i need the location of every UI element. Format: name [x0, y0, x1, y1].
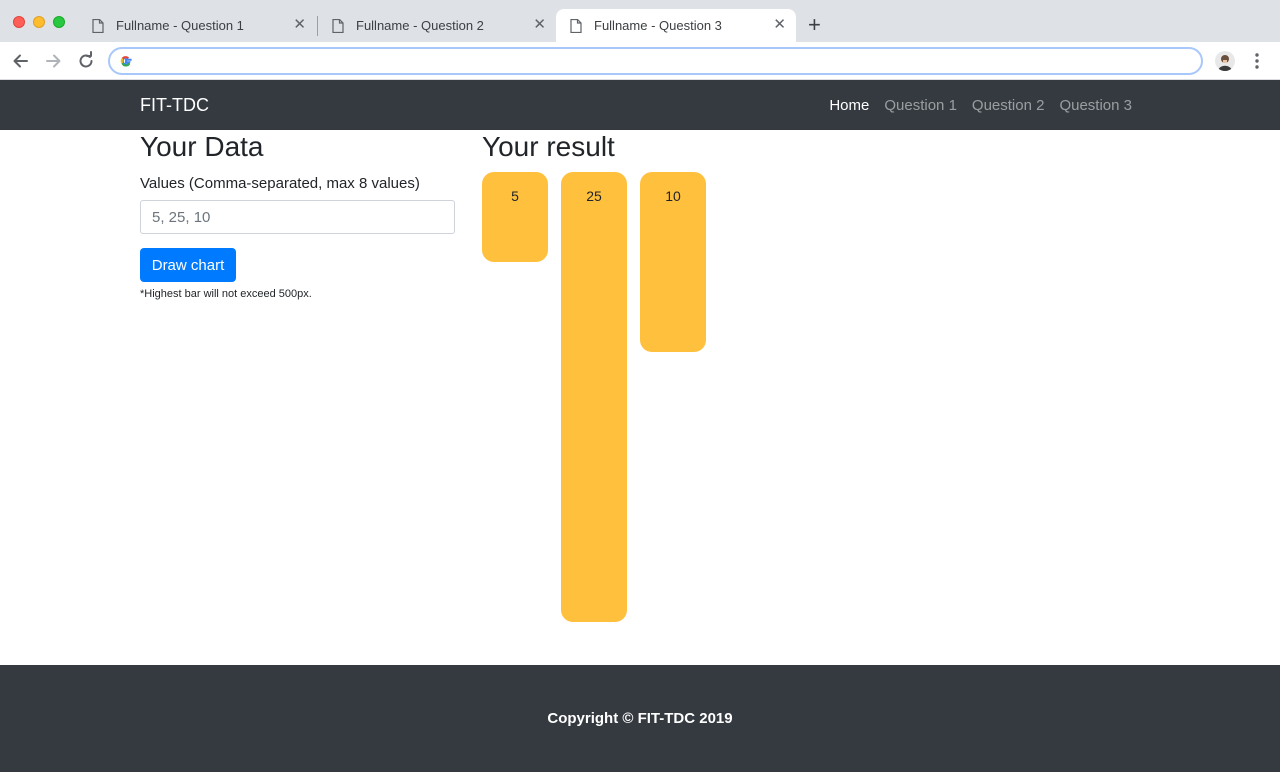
copyright-text: Copyright © FIT-TDC 2019 [547, 710, 733, 727]
chart-bar: 5 [482, 172, 548, 262]
new-tab-icon[interactable]: + [808, 14, 821, 36]
tab-close-icon[interactable]: ✕ [533, 17, 546, 33]
values-input[interactable] [140, 200, 455, 234]
browser-tabstrip: Fullname - Question 1 ✕ Fullname - Quest… [0, 0, 1280, 42]
tab-title: Fullname - Question 2 [356, 18, 484, 33]
profile-avatar-icon[interactable] [1215, 51, 1235, 71]
chart-bar-label: 25 [586, 188, 602, 204]
window-minimize-button[interactable] [33, 16, 45, 28]
page-icon [332, 18, 344, 33]
address-bar[interactable] [108, 47, 1203, 75]
reload-icon[interactable] [75, 50, 97, 72]
values-label: Values (Comma-separated, max 8 values) [140, 175, 420, 192]
window-close-button[interactable] [13, 16, 25, 28]
page-icon [570, 18, 582, 33]
nav-link-question-3[interactable]: Question 3 [1059, 97, 1132, 114]
data-heading: Your Data [140, 131, 264, 162]
window-zoom-button[interactable] [53, 16, 65, 28]
forward-arrow-icon[interactable] [42, 50, 64, 72]
nav-link-question-2[interactable]: Question 2 [972, 97, 1045, 114]
height-note: *Highest bar will not exceed 500px. [140, 288, 312, 300]
result-heading: Your result [482, 131, 615, 162]
site-navbar: FIT-TDC Home Question 1 Question 2 Quest… [0, 80, 1280, 130]
bar-chart: 5 25 10 [482, 172, 1182, 632]
tab-close-icon[interactable]: ✕ [293, 17, 306, 33]
site-footer: Copyright © FIT-TDC 2019 [0, 665, 1280, 772]
nav-link-question-1[interactable]: Question 1 [884, 97, 957, 114]
chart-bar: 25 [561, 172, 627, 622]
google-icon [120, 56, 132, 67]
chart-bar: 10 [640, 172, 706, 352]
navbar-links: Home Question 1 Question 2 Question 3 [814, 97, 1132, 114]
draw-chart-button[interactable]: Draw chart [140, 248, 236, 282]
chart-bar-label: 5 [511, 188, 519, 204]
chart-bar-label: 10 [665, 188, 681, 204]
browser-tab-2[interactable]: Fullname - Question 2 ✕ [318, 9, 556, 42]
tab-close-icon[interactable]: ✕ [773, 17, 786, 33]
page-icon [92, 18, 104, 33]
nav-link-home[interactable]: Home [829, 97, 869, 114]
back-arrow-icon[interactable] [10, 50, 32, 72]
browser-tab-3-active[interactable]: Fullname - Question 3 ✕ [556, 9, 796, 42]
browser-tab-1[interactable]: Fullname - Question 1 ✕ [78, 9, 316, 42]
browser-toolbar [0, 42, 1280, 80]
tab-title: Fullname - Question 3 [594, 18, 722, 33]
browser-menu-icon[interactable] [1252, 50, 1262, 72]
navbar-brand[interactable]: FIT-TDC [140, 95, 209, 116]
tab-title: Fullname - Question 1 [116, 18, 244, 33]
